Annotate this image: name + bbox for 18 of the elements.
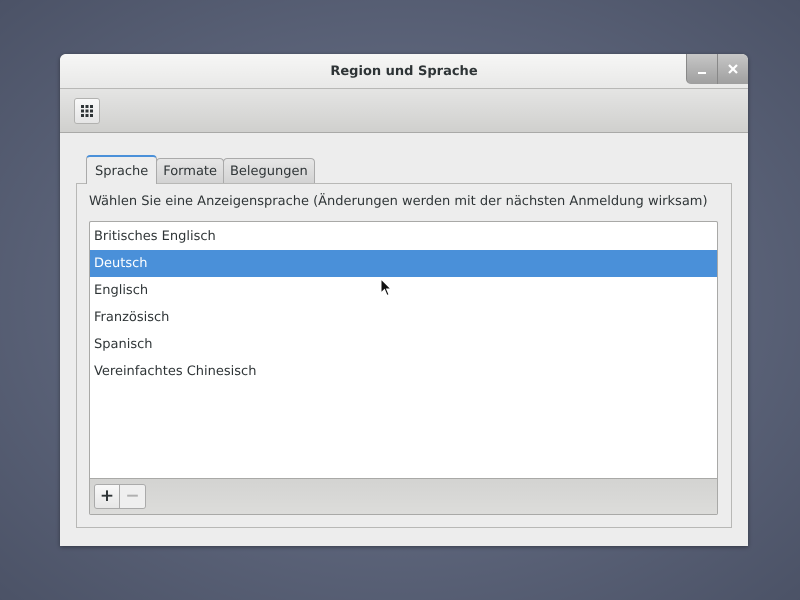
grid-icon <box>81 104 93 116</box>
language-item[interactable]: Englisch <box>90 277 717 304</box>
pointer-icon <box>380 278 392 297</box>
app-grid-button[interactable] <box>74 98 100 124</box>
minimize-button[interactable] <box>686 54 717 84</box>
tab[interactable]: Sprache <box>86 155 158 184</box>
window-title: Region und Sprache <box>330 64 478 78</box>
add-button[interactable]: + <box>94 484 120 509</box>
tab[interactable]: Belegungen <box>223 158 315 183</box>
language-item[interactable]: Britisches Englisch <box>90 223 717 250</box>
close-button[interactable] <box>717 54 748 84</box>
language-item[interactable]: Vereinfachtes Chinesisch <box>90 358 717 385</box>
language-item[interactable]: Spanisch <box>90 331 717 358</box>
language-item[interactable]: Französisch <box>90 304 717 331</box>
tab[interactable]: Formate <box>156 158 224 183</box>
minimize-icon <box>698 72 706 74</box>
close-icon <box>728 64 738 74</box>
instruction-text: Wählen Sie eine Anzeigensprache (Änderungen werden mit der nächsten Anmeldung wirksam) <box>89 194 709 209</box>
